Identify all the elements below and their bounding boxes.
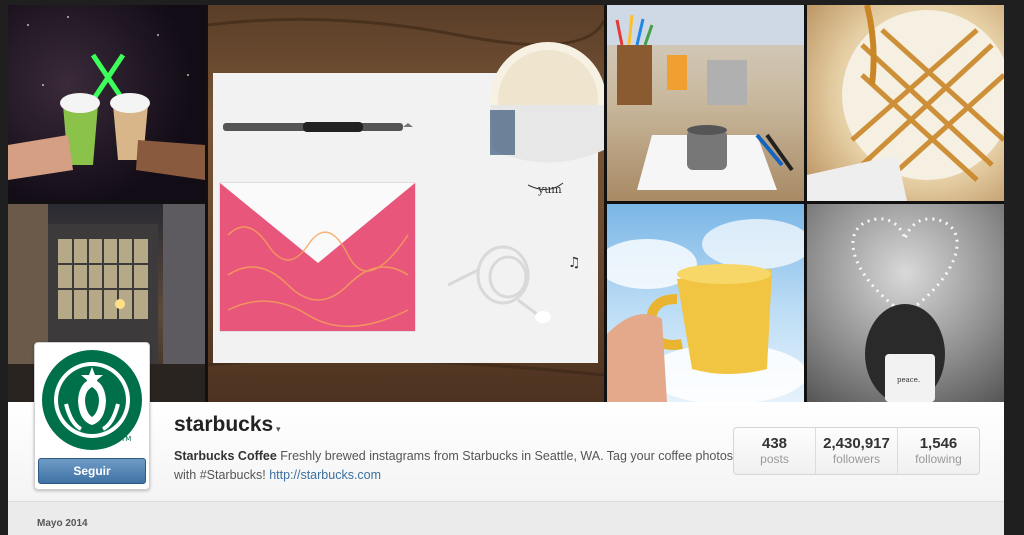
stat-followers[interactable]: 2,430,917 followers bbox=[816, 428, 898, 474]
stat-label: posts bbox=[760, 452, 789, 466]
photo-tile-frappuccinos[interactable] bbox=[8, 5, 205, 201]
bio-name: Starbucks Coffee bbox=[174, 449, 277, 463]
stat-value: 2,430,917 bbox=[823, 435, 890, 452]
profile-stats: 438 posts 2,430,917 followers 1,546 foll… bbox=[733, 427, 980, 475]
svg-text:peace.: peace. bbox=[897, 376, 920, 384]
stat-following[interactable]: 1,546 following bbox=[898, 428, 979, 474]
profile-username: starbucks bbox=[174, 413, 274, 436]
photo-mosaic: yum ♫ peace. bbox=[8, 5, 1004, 402]
follow-button[interactable]: Seguir bbox=[38, 458, 146, 484]
stat-label: followers bbox=[832, 452, 881, 466]
svg-text:TM: TM bbox=[120, 435, 131, 443]
stat-value: 438 bbox=[761, 435, 788, 452]
desk-image: yum ♫ bbox=[208, 17, 604, 377]
drawing-image bbox=[607, 5, 804, 190]
stat-value: 1,546 bbox=[919, 435, 958, 452]
starbucks-logo: TM bbox=[39, 347, 145, 453]
photo-tile-caramel[interactable] bbox=[807, 5, 1004, 201]
profile-header: TM Seguir starbucks ▾ Starbucks Coffee F… bbox=[8, 342, 1004, 502]
stat-posts[interactable]: 438 posts bbox=[734, 428, 816, 474]
photo-tile-mug-sky[interactable] bbox=[607, 204, 804, 402]
photo-tile-desk[interactable]: yum ♫ bbox=[208, 5, 604, 402]
caret-down-icon[interactable]: ▾ bbox=[276, 424, 281, 435]
photo-tile-drawing[interactable] bbox=[607, 5, 804, 201]
stat-label: following bbox=[915, 452, 962, 466]
mug-sky-image bbox=[607, 219, 804, 402]
siren-logo-icon: TM bbox=[42, 350, 142, 450]
caramel-image bbox=[807, 5, 1004, 201]
svg-text:yum: yum bbox=[537, 183, 562, 196]
avatar-card: TM Seguir bbox=[34, 342, 150, 490]
bio-link[interactable]: http://starbucks.com bbox=[269, 468, 381, 482]
feed-section: Mayo 2014 bbox=[8, 502, 1004, 535]
feed-month-heading: Mayo 2014 bbox=[37, 518, 88, 529]
heart-image: peace. bbox=[851, 217, 959, 402]
profile-bio: Starbucks Coffee Freshly brewed instagra… bbox=[174, 447, 734, 485]
svg-text:♫: ♫ bbox=[568, 255, 581, 271]
page-frame: yum ♫ peace. TM Seguir starbucks ▾ Starb… bbox=[0, 0, 1024, 535]
photo-tile-heart[interactable]: peace. bbox=[807, 204, 1004, 402]
frappuccino-image bbox=[8, 16, 205, 180]
